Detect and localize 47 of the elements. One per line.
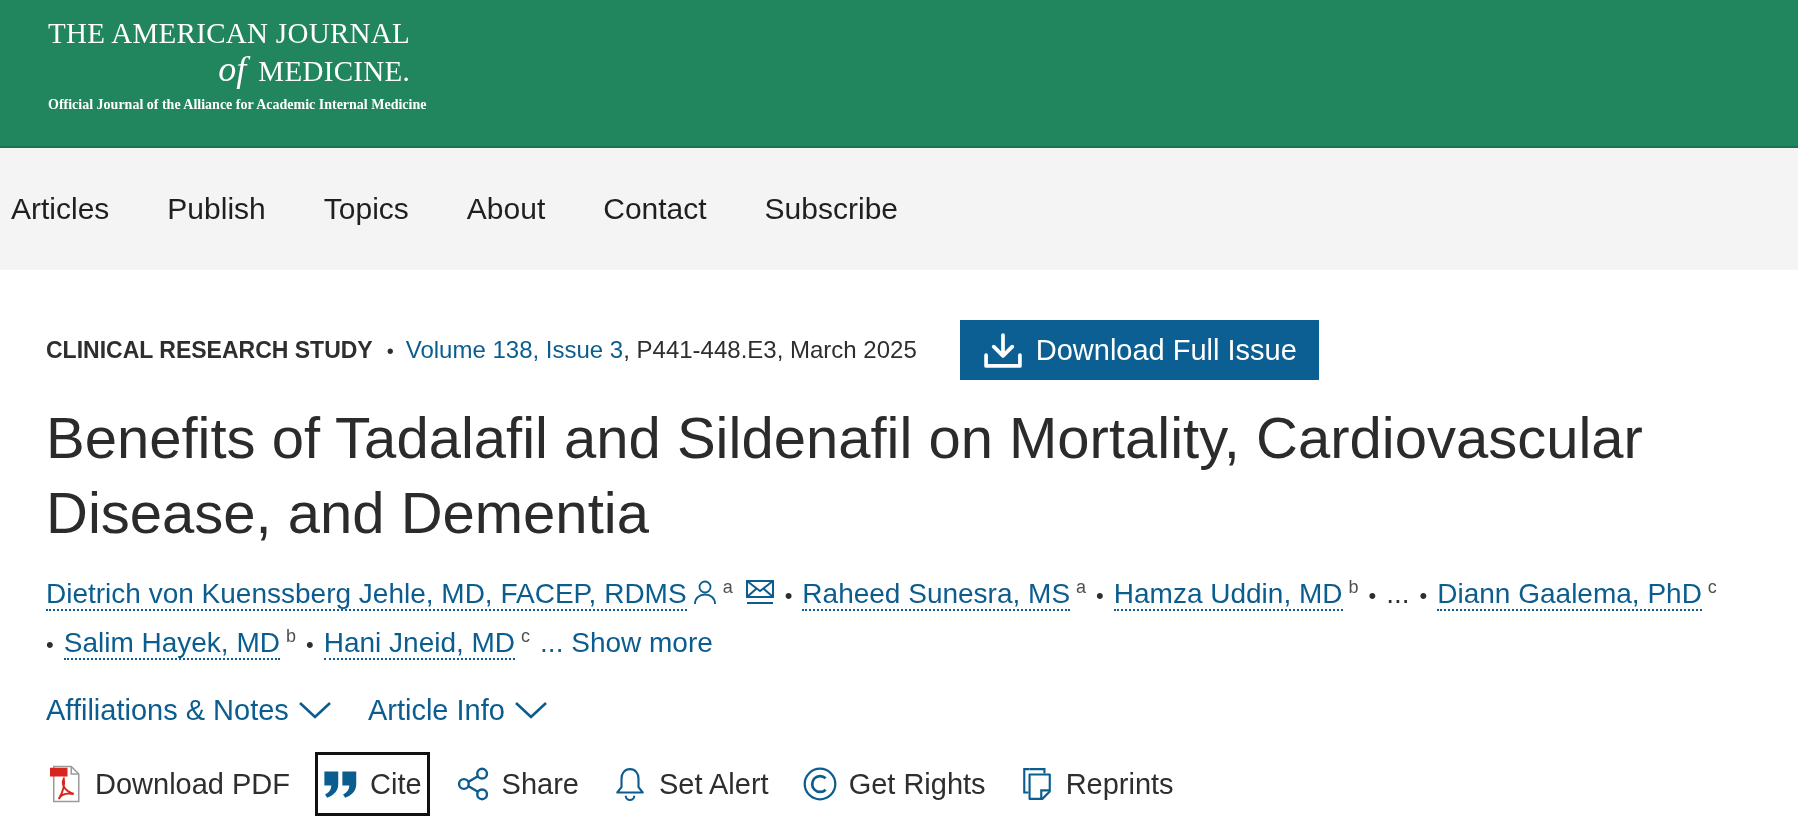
separator-dot: • — [306, 632, 314, 657]
author-link[interactable]: Hani Jneid, MD — [323, 628, 516, 660]
logo-title-text: THE AMERICAN JOURNAL — [48, 16, 411, 50]
separator-dot: • — [1419, 583, 1428, 608]
action-button[interactable]: Set Alert — [604, 752, 777, 816]
action-button[interactable]: Reprints — [1010, 752, 1182, 816]
nav-link[interactable]: About — [466, 192, 546, 226]
separator-dot: • — [1368, 583, 1377, 608]
person-icon[interactable] — [692, 579, 717, 605]
issue-details: , P441-448.E3, March 2025 — [623, 336, 917, 364]
toggle-button[interactable]: Article Info — [367, 692, 548, 728]
separator-dot: • — [46, 632, 54, 657]
author-link[interactable]: Dietrich von Kuenssberg Jehle, MD, FACEP, RDMS — [46, 579, 687, 611]
ellipsis-text: ... — [1386, 578, 1410, 609]
download-full-issue-button[interactable]: Download Full Issue — [959, 320, 1319, 380]
action-button[interactable]: Get Rights — [793, 752, 994, 816]
toggle-button[interactable]: Affiliations & Notes — [46, 692, 332, 728]
nav-link[interactable]: Articles — [11, 192, 110, 226]
separator-dot: • — [386, 340, 394, 363]
affiliation-mark: b — [285, 626, 296, 646]
affiliation-mark: a — [722, 577, 733, 597]
author-link[interactable]: Salim Hayek, MD — [63, 628, 280, 660]
author-link[interactable]: Hamza Uddin, MD — [1113, 579, 1343, 611]
affiliation-mark: c — [1707, 577, 1717, 597]
separator-dot: • — [784, 583, 793, 608]
show-more-button[interactable]: ... Show more — [540, 627, 713, 659]
affiliation-mark: c — [521, 626, 531, 646]
affiliation-mark: b — [1348, 577, 1359, 597]
nav-link[interactable]: Contact — [603, 192, 707, 226]
author-link[interactable]: Diann Gaalema, PhD — [1437, 579, 1702, 611]
nav-link[interactable]: Topics — [323, 192, 409, 226]
copyright-icon — [801, 767, 838, 801]
issue-link[interactable]: Volume 138, Issue 3 — [405, 336, 624, 364]
download-icon — [982, 331, 1023, 369]
author-link[interactable]: Raheed Sunesra, MS — [802, 579, 1071, 611]
mail-icon[interactable] — [744, 579, 775, 605]
nav-link[interactable]: Publish — [167, 192, 266, 226]
action-button[interactable]: Download PDF — [38, 752, 299, 816]
action-button[interactable]: Cite — [315, 752, 430, 816]
nav-link[interactable]: Subscribe — [764, 192, 898, 226]
logo-name-text: MEDICINE. — [258, 54, 411, 89]
affiliation-mark: a — [1076, 577, 1087, 597]
logo-tagline: Official Journal of the Alliance for Academic Internal Medicine — [48, 96, 427, 114]
article-type-label: CLINICAL RESEARCH STUDY — [46, 337, 373, 364]
action-button[interactable]: Share — [446, 752, 587, 816]
article-title: Benefits of Tadalafil and Sildenafil on Mortality, Cardiovascular Disease, and Dementia — [46, 404, 1644, 547]
separator-dot: • — [1096, 583, 1104, 608]
